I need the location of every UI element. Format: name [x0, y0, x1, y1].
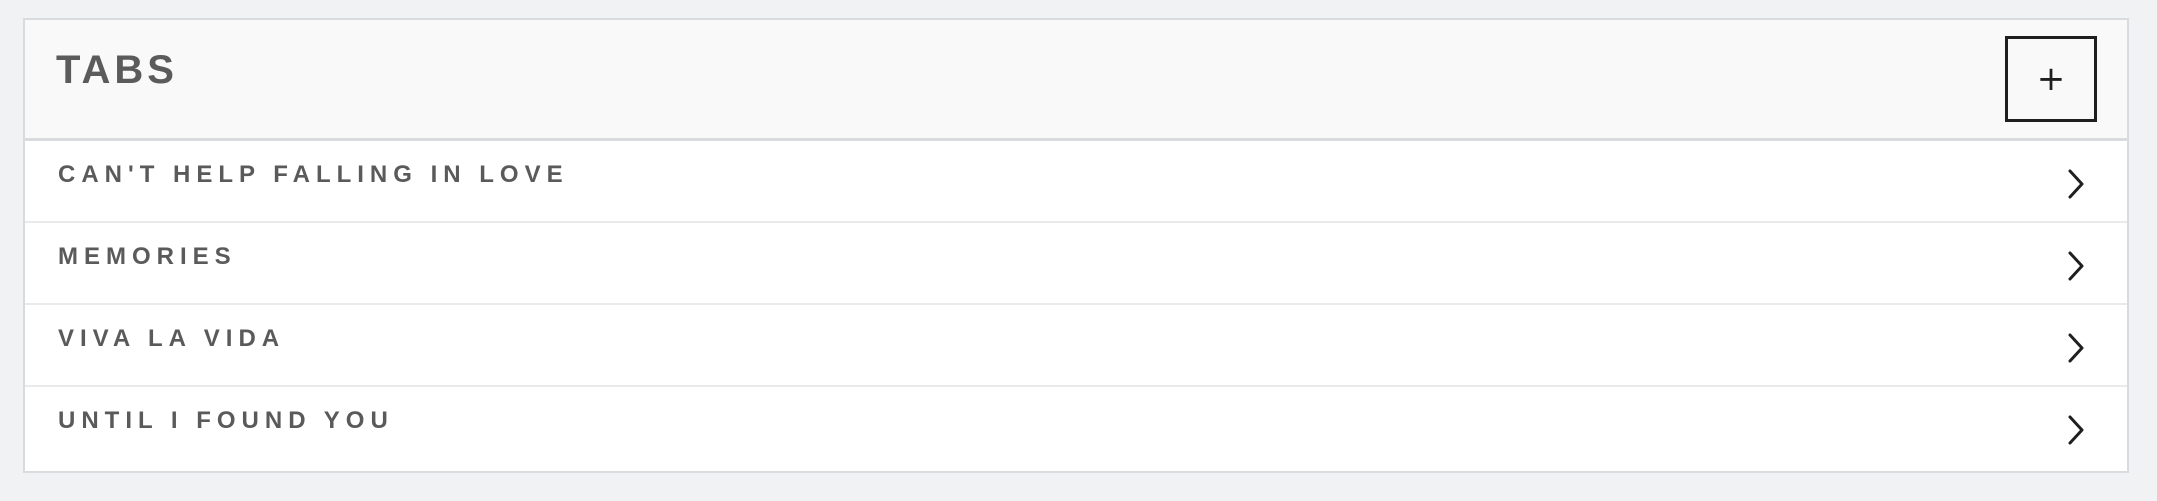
plus-icon: + — [2036, 59, 2066, 99]
chevron-right-icon — [2067, 250, 2085, 282]
list-item-label: UNTIL I FOUND YOU — [58, 407, 394, 434]
page-title: TABS — [56, 48, 178, 92]
list-item[interactable]: UNTIL I FOUND YOU — [25, 387, 2127, 469]
list-item-label: CAN'T HELP FALLING IN LOVE — [58, 161, 569, 188]
chevron-right-icon — [2067, 414, 2085, 446]
list-item[interactable]: CAN'T HELP FALLING IN LOVE — [25, 141, 2127, 223]
list-item[interactable]: VIVA LA VIDA — [25, 305, 2127, 387]
chevron-right-icon — [2067, 332, 2085, 364]
add-tab-button[interactable]: + — [2005, 36, 2097, 122]
chevron-right-icon — [2067, 168, 2085, 200]
list-item-label: VIVA LA VIDA — [58, 325, 286, 352]
panel-header: TABS + — [25, 20, 2127, 141]
tabs-list: CAN'T HELP FALLING IN LOVE MEMORIES VIVA… — [25, 141, 2127, 469]
list-item[interactable]: MEMORIES — [25, 223, 2127, 305]
tabs-panel: TABS + CAN'T HELP FALLING IN LOVE MEMORI… — [23, 18, 2129, 473]
list-item-label: MEMORIES — [58, 243, 237, 270]
